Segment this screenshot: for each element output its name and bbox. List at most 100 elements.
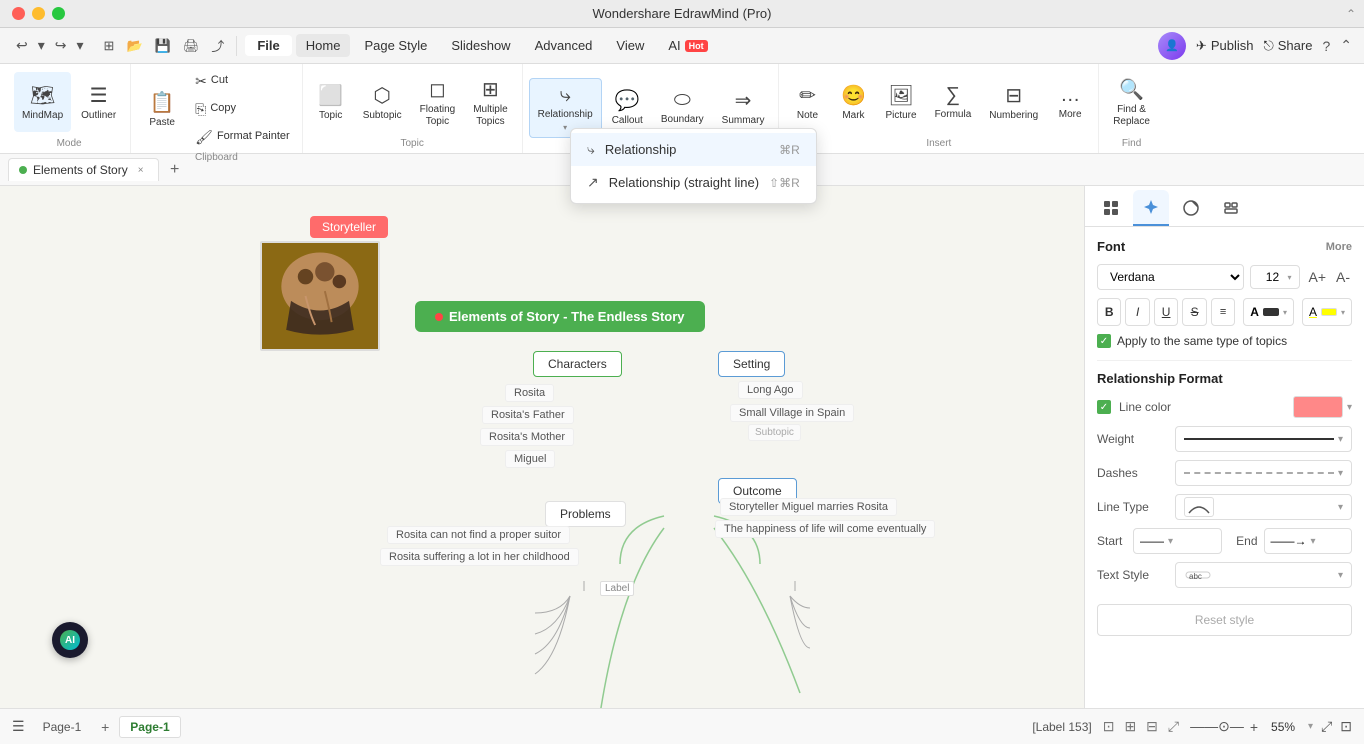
zoom-chevron[interactable]: ▾	[1308, 721, 1313, 732]
active-page-tab[interactable]: Page-1	[119, 716, 180, 738]
expand-button[interactable]: ⊡	[1340, 718, 1352, 735]
end-arrow-select[interactable]: ——→ ▾	[1264, 528, 1353, 554]
tab-elements-of-story[interactable]: Elements of Story ×	[8, 158, 159, 181]
floating-topic-button[interactable]: ◻ Floating Topic	[412, 72, 464, 132]
add-page-button[interactable]: +	[95, 717, 115, 737]
profile-avatar[interactable]: 👤	[1158, 32, 1186, 60]
reset-style-button[interactable]: Reset style	[1097, 604, 1352, 636]
line-color-checkbox[interactable]: ✓	[1097, 400, 1111, 414]
redo-button[interactable]: ↪	[51, 35, 71, 56]
panel-tab-layout[interactable]	[1213, 190, 1249, 226]
toggle-panel-button[interactable]: ☰	[12, 718, 25, 735]
node-small-village[interactable]: Small Village in Spain	[730, 404, 854, 422]
start-arrow-select[interactable]: —— ▾	[1133, 528, 1222, 554]
panel-tab-style[interactable]	[1093, 190, 1129, 226]
fit-screen-button[interactable]: ⤢	[1165, 716, 1182, 737]
menu-home[interactable]: Home	[296, 34, 351, 57]
more-button[interactable]: … More	[1048, 72, 1092, 132]
undo-button[interactable]: ↩	[12, 35, 32, 56]
formula-button[interactable]: ∑ Formula	[927, 72, 980, 132]
strikethrough-button[interactable]: S	[1182, 298, 1206, 326]
node-outcome2[interactable]: The happiness of life will come eventual…	[715, 520, 935, 538]
node-problem1[interactable]: Rosita can not find a proper suitor	[387, 526, 570, 544]
rel-label[interactable]: Label	[600, 581, 634, 596]
tab-close-button[interactable]: ×	[134, 163, 148, 177]
node-outcome1[interactable]: Storyteller Miguel marries Rosita	[720, 498, 897, 516]
publish-button[interactable]: ✈ Publish	[1196, 38, 1254, 54]
align-button[interactable]: ≡	[1211, 298, 1235, 326]
paste-button[interactable]: 📋 Paste	[137, 79, 187, 139]
history-button[interactable]: ⊞	[100, 36, 119, 56]
subtopic-button[interactable]: ⬡ Subtopic	[355, 72, 410, 132]
undo-dropdown[interactable]: ▾	[34, 35, 49, 56]
close-button[interactable]	[12, 7, 25, 20]
tab-add-button[interactable]: +	[163, 158, 187, 182]
node-rositas-mother[interactable]: Rosita's Mother	[480, 428, 574, 446]
italic-button[interactable]: I	[1125, 298, 1149, 326]
node-subtopic[interactable]: Subtopic	[748, 424, 801, 441]
font-decrease-button[interactable]: A-	[1334, 267, 1352, 287]
fullscreen-button[interactable]: ⤢	[1321, 718, 1332, 735]
node-rositas-father[interactable]: Rosita's Father	[482, 406, 574, 424]
format-painter-button[interactable]: 🖌 Format Painter	[189, 124, 296, 150]
node-long-ago[interactable]: Long Ago	[738, 381, 803, 399]
font-more-button[interactable]: More	[1326, 241, 1352, 253]
multiple-topics-button[interactable]: ⊞ Multiple Topics	[465, 72, 515, 132]
ai-button[interactable]: AI	[52, 622, 88, 658]
line-color-swatch[interactable]	[1293, 396, 1343, 418]
menu-page-style[interactable]: Page Style	[354, 34, 437, 57]
cut-button[interactable]: ✂ Cut	[189, 68, 296, 94]
dashes-dropdown[interactable]: ▾	[1175, 460, 1352, 486]
font-color-button[interactable]: A ▾	[1243, 298, 1294, 326]
redo-dropdown[interactable]: ▾	[73, 35, 88, 56]
line-type-dropdown[interactable]: ▾	[1175, 494, 1352, 520]
help-button[interactable]: ?	[1322, 38, 1330, 54]
find-replace-button[interactable]: 🔍 Find & Replace	[1105, 72, 1158, 132]
export-button[interactable]: ⤴	[207, 34, 228, 57]
menu-ai[interactable]: AI Hot	[658, 34, 717, 57]
font-increase-button[interactable]: A+	[1306, 267, 1328, 287]
menu-view[interactable]: View	[606, 34, 654, 57]
relationship-option-curved[interactable]: ⤷ Relationship ⌘R	[571, 133, 816, 166]
apply-checkbox[interactable]: ✓	[1097, 334, 1111, 348]
menu-advanced[interactable]: Advanced	[525, 34, 603, 57]
node-storyteller[interactable]: Storyteller	[310, 216, 388, 238]
note-button[interactable]: ✏ Note	[785, 72, 829, 132]
outliner-button[interactable]: ☰ Outliner	[73, 72, 124, 132]
collapse-panel-button[interactable]: ⌃	[1340, 37, 1352, 54]
menu-slideshow[interactable]: Slideshow	[441, 34, 520, 57]
open-button[interactable]: 📂	[122, 36, 146, 56]
menu-file[interactable]: File	[245, 35, 291, 56]
node-central[interactable]: Elements of Story - The Endless Story	[415, 301, 705, 332]
picture-button[interactable]: 🖼 Picture	[877, 72, 924, 132]
collapse-button[interactable]: ⌃	[1346, 7, 1356, 21]
zoom-in-button[interactable]: +	[1250, 719, 1258, 735]
highlight-color-button[interactable]: A ▾	[1302, 298, 1352, 326]
line-color-chevron[interactable]: ▾	[1347, 402, 1352, 413]
layout-icon-3[interactable]: ⊟	[1143, 716, 1161, 737]
node-image[interactable]	[260, 241, 380, 351]
zoom-slider[interactable]: ——⊙—	[1190, 718, 1244, 735]
node-problem2[interactable]: Rosita suffering a lot in her childhood	[380, 548, 579, 566]
node-setting[interactable]: Setting	[718, 351, 785, 377]
layout-icon-2[interactable]: ⊞	[1121, 716, 1139, 737]
node-characters[interactable]: Characters	[533, 351, 622, 377]
underline-button[interactable]: U	[1154, 298, 1178, 326]
node-problems[interactable]: Problems	[545, 501, 626, 527]
node-rosita[interactable]: Rosita	[505, 384, 554, 402]
maximize-button[interactable]	[52, 7, 65, 20]
print-button[interactable]: 🖨	[179, 36, 204, 56]
page-tab-1[interactable]: Page-1	[33, 717, 92, 737]
mark-button[interactable]: 😊 Mark	[831, 72, 875, 132]
bold-button[interactable]: B	[1097, 298, 1121, 326]
mindmap-button[interactable]: 🗺 MindMap	[14, 72, 71, 132]
layout-icon-1[interactable]: ⊡	[1100, 716, 1118, 737]
save-button[interactable]: 💾	[151, 36, 175, 56]
text-style-dropdown[interactable]: abc ▾	[1175, 562, 1352, 588]
minimize-button[interactable]	[32, 7, 45, 20]
font-family-select[interactable]: Verdana	[1097, 264, 1244, 290]
node-miguel[interactable]: Miguel	[505, 450, 555, 468]
relationship-option-straight[interactable]: ↗ Relationship (straight line) ⇧⌘R	[571, 166, 816, 199]
weight-dropdown[interactable]: ▾	[1175, 426, 1352, 452]
share-button[interactable]: ⎋ Share	[1263, 38, 1312, 54]
